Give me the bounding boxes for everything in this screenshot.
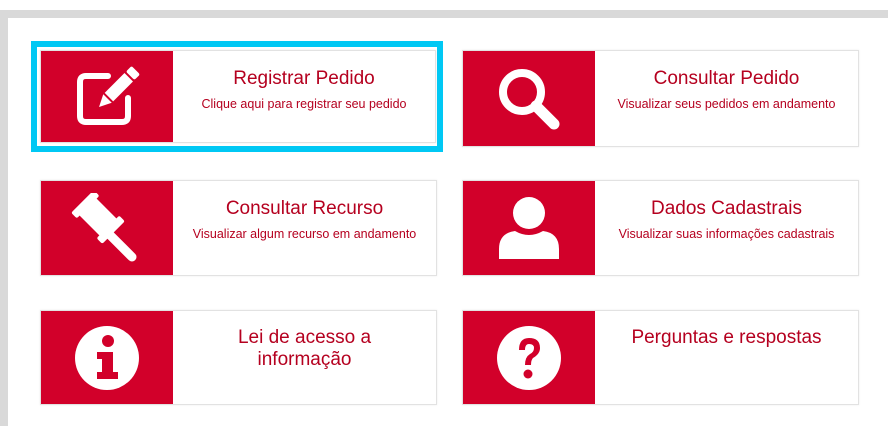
perguntas-respostas-title: Perguntas e respostas	[631, 327, 822, 348]
consultar-pedido-title: Consultar Pedido	[653, 68, 800, 89]
question-icon	[497, 325, 561, 390]
lei-acesso-card[interactable]: Lei de acesso a informação	[40, 310, 437, 405]
user-icon	[499, 197, 559, 259]
registrar-pedido-subtitle: Clique aqui para registrar seu pedido	[201, 97, 407, 111]
perguntas-respostas-text: Perguntas e respostas	[595, 311, 858, 404]
consultar-pedido-card[interactable]: Consultar Pedido Visualizar seus pedidos…	[462, 50, 859, 147]
consultar-pedido-text: Consultar Pedido Visualizar seus pedidos…	[595, 51, 858, 146]
dados-cadastrais-title: Dados Cadastrais	[650, 198, 803, 219]
consultar-pedido-icon-box	[463, 51, 595, 146]
search-icon	[499, 68, 560, 129]
perguntas-respostas-card[interactable]: Perguntas e respostas	[462, 310, 859, 405]
consultar-recurso-icon-box	[41, 181, 173, 275]
registrar-pedido-card[interactable]: Registrar Pedido Clique aqui para regist…	[40, 50, 436, 143]
lei-acesso-text: Lei de acesso a informação	[173, 311, 436, 404]
consultar-recurso-card[interactable]: Consultar Recurso Visualizar algum recur…	[40, 180, 437, 276]
consultar-recurso-title: Consultar Recurso	[225, 198, 384, 219]
registrar-pedido-text: Registrar Pedido Clique aqui para regist…	[173, 51, 435, 142]
registrar-pedido-icon-box	[41, 51, 173, 142]
window-frame-left	[0, 10, 8, 426]
lei-acesso-title: Lei de acesso a informação	[237, 327, 372, 370]
edit-icon	[77, 66, 140, 125]
dados-cadastrais-subtitle: Visualizar suas informações cadastrais	[618, 227, 835, 241]
window-frame-top	[0, 10, 888, 18]
registrar-pedido-title: Registrar Pedido	[233, 68, 375, 89]
consultar-recurso-text: Consultar Recurso Visualizar algum recur…	[173, 181, 436, 275]
lei-acesso-icon-box	[41, 311, 173, 404]
dados-cadastrais-card[interactable]: Dados Cadastrais Visualizar suas informa…	[462, 180, 859, 276]
consultar-pedido-subtitle: Visualizar seus pedidos em andamento	[617, 97, 836, 111]
info-icon	[75, 325, 139, 390]
gavel-icon	[71, 193, 137, 262]
perguntas-respostas-icon-box	[463, 311, 595, 404]
dados-cadastrais-text: Dados Cadastrais Visualizar suas informa…	[595, 181, 858, 275]
dados-cadastrais-icon-box	[463, 181, 595, 275]
consultar-recurso-subtitle: Visualizar algum recurso em andamento	[192, 227, 417, 241]
